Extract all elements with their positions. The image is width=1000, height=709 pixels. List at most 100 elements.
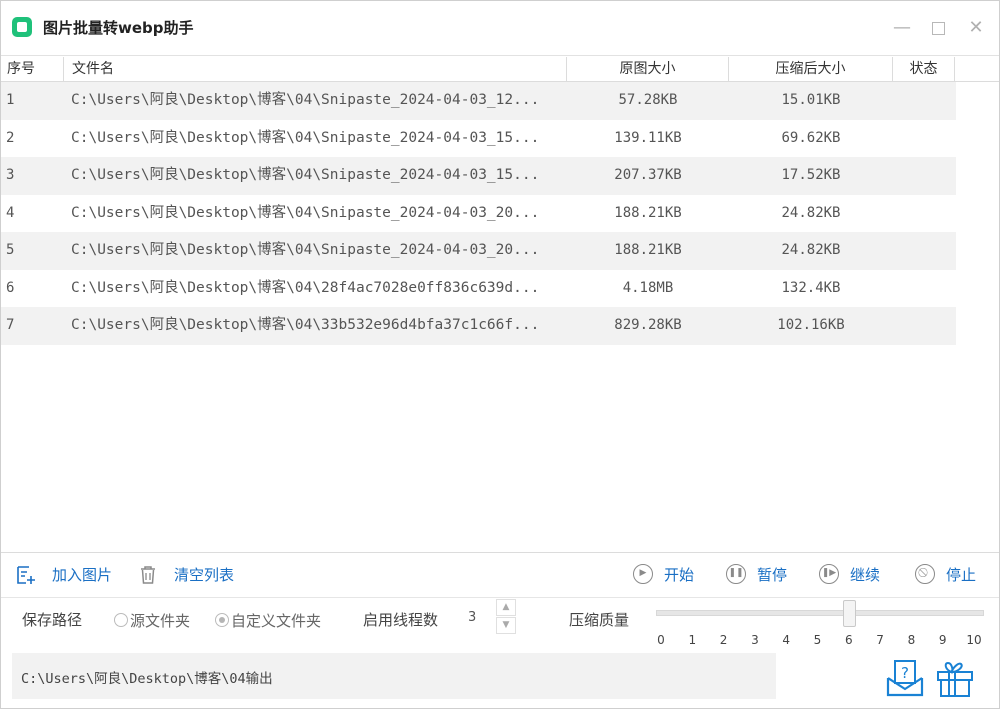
maximize-button[interactable]	[925, 15, 951, 41]
pause-button[interactable]: ❚❚ 暂停	[725, 563, 795, 587]
gift-icon[interactable]	[935, 658, 975, 698]
row-file-path: C:\Users\阿良\Desktop\博客\04\33b532e96d4bfa…	[71, 317, 540, 333]
table-row[interactable]: 4 C:\Users\阿良\Desktop\博客\04\Snipaste_202…	[1, 195, 956, 233]
add-images-label: 加入图片	[52, 566, 113, 584]
app-window: 图片批量转webp助手 — ✕ 序号 文件名 原图大小 压缩后大小 状态 1 C…	[0, 0, 1000, 709]
table-row[interactable]: 3 C:\Users\阿良\Desktop\博客\04\Snipaste_202…	[1, 157, 956, 195]
row-index: 5	[6, 242, 15, 258]
source-folder-label: 源文件夹	[130, 612, 191, 630]
quality-tick-6: 6	[844, 633, 853, 647]
table-row[interactable]: 1 C:\Users\阿良\Desktop\博客\04\Snipaste_202…	[1, 82, 956, 120]
start-label: 开始	[664, 566, 695, 584]
column-header-index[interactable]: 序号	[1, 57, 64, 81]
output-path-text: C:\Users\阿良\Desktop\博客\04输出	[21, 671, 273, 687]
row-original-size: 4.18MB	[622, 279, 674, 296]
table-row[interactable]: 2 C:\Users\阿良\Desktop\博客\04\Snipaste_202…	[1, 120, 956, 158]
spinner-up-icon[interactable]: ▲	[496, 599, 516, 616]
row-file-path: C:\Users\阿良\Desktop\博客\04\Snipaste_2024-…	[71, 129, 540, 146]
spinner-down-icon[interactable]: ▼	[496, 617, 516, 634]
row-index: 7	[6, 317, 15, 333]
column-header-compressed-size[interactable]: 压缩后大小	[729, 57, 893, 81]
row-file-path: C:\Users\阿良\Desktop\博客\04\Snipaste_2024-…	[71, 167, 540, 183]
svg-text:?: ?	[901, 664, 909, 682]
stop-button[interactable]: ⃠ 停止	[914, 563, 984, 587]
row-compressed-size: 24.82KB	[781, 204, 841, 221]
radio-unselected-icon	[114, 613, 128, 627]
pause-icon: ❚❚	[726, 564, 746, 584]
slider-track[interactable]	[656, 610, 984, 616]
row-file-path: C:\Users\阿良\Desktop\博客\04\Snipaste_2024-…	[71, 242, 540, 258]
resume-icon: ❚▶	[819, 564, 839, 584]
quality-tick-0: 0	[657, 633, 665, 647]
row-compressed-size: 132.4KB	[781, 279, 841, 296]
row-compressed-size: 24.82KB	[781, 242, 841, 258]
file-table: 1 C:\Users\阿良\Desktop\博客\04\Snipaste_202…	[1, 82, 956, 345]
column-header-original-size[interactable]: 原图大小	[567, 57, 729, 81]
trash-icon	[141, 566, 155, 584]
table-row[interactable]: 7 C:\Users\阿良\Desktop\博客\04\33b532e96d4b…	[1, 307, 956, 345]
source-folder-radio[interactable]: 源文件夹	[114, 610, 190, 631]
title-bar: 图片批量转webp助手 — ✕	[1, 1, 999, 56]
row-index: 1	[6, 92, 15, 108]
table-row[interactable]: 6 C:\Users\阿良\Desktop\博客\04\28f4ac7028e0…	[1, 270, 956, 308]
start-button[interactable]: ▶ 开始	[632, 563, 702, 587]
quality-tick-7: 7	[876, 633, 884, 647]
custom-folder-radio[interactable]: 自定义文件夹	[215, 610, 321, 631]
help-inbox-icon[interactable]: ?	[885, 658, 925, 698]
row-original-size: 57.28KB	[618, 92, 678, 108]
custom-folder-label: 自定义文件夹	[231, 612, 322, 630]
row-original-size: 829.28KB	[614, 317, 682, 333]
action-toolbar: 加入图片 清空列表 ▶ 开始 ❚❚ 暂停 ❚▶ 继续 ⃠ 停止	[1, 552, 999, 598]
stop-icon: ⃠	[915, 564, 935, 584]
app-icon	[12, 17, 32, 37]
row-index: 2	[6, 129, 15, 146]
table-row[interactable]: 5 C:\Users\阿良\Desktop\博客\04\Snipaste_202…	[1, 232, 956, 270]
row-file-path: C:\Users\阿良\Desktop\博客\04\Snipaste_2024-…	[71, 92, 540, 108]
row-file-path: C:\Users\阿良\Desktop\博客\04\Snipaste_2024-…	[71, 204, 540, 221]
resume-label: 继续	[850, 566, 881, 584]
quality-tick-3: 3	[751, 633, 759, 647]
row-compressed-size: 102.16KB	[777, 317, 845, 333]
slider-thumb[interactable]	[842, 600, 856, 627]
row-index: 6	[6, 279, 15, 296]
quality-tick-5: 5	[813, 633, 822, 647]
quality-tick-2: 2	[719, 633, 728, 647]
row-original-size: 188.21KB	[614, 204, 682, 221]
radio-selected-icon	[215, 613, 229, 627]
row-original-size: 188.21KB	[614, 242, 682, 258]
quality-tick-8: 8	[907, 633, 916, 647]
threads-spinner[interactable]: ▲ ▼	[496, 599, 516, 635]
stop-label: 停止	[946, 566, 977, 584]
save-path-label: 保存路径	[22, 611, 83, 629]
minimize-button[interactable]: —	[889, 15, 915, 41]
clear-list-button[interactable]: 清空列表	[137, 563, 247, 587]
column-header-status[interactable]: 状态	[893, 57, 955, 81]
table-header: 序号 文件名 原图大小 压缩后大小 状态	[1, 57, 999, 82]
row-index: 3	[6, 167, 15, 183]
row-index: 4	[6, 204, 15, 221]
quality-tick-10: 10	[966, 633, 982, 647]
column-header-file[interactable]: 文件名	[64, 57, 567, 81]
row-original-size: 139.11KB	[614, 129, 682, 146]
row-compressed-size: 17.52KB	[781, 167, 841, 183]
quality-slider[interactable]	[656, 599, 984, 629]
pause-label: 暂停	[757, 566, 788, 584]
add-images-button[interactable]: 加入图片	[15, 563, 125, 587]
row-compressed-size: 15.01KB	[781, 92, 841, 108]
threads-label: 启用线程数	[363, 611, 439, 629]
play-icon: ▶	[633, 564, 653, 584]
quality-tick-4: 4	[782, 633, 790, 647]
quality-tick-1: 1	[688, 633, 697, 647]
quality-label: 压缩质量	[569, 611, 630, 629]
add-file-icon	[17, 566, 35, 584]
row-compressed-size: 69.62KB	[781, 129, 841, 146]
output-path-field[interactable]: C:\Users\阿良\Desktop\博客\04输出	[12, 653, 776, 699]
quality-tick-9: 9	[938, 633, 947, 647]
threads-value[interactable]: 3	[468, 610, 476, 625]
window-title: 图片批量转webp助手	[43, 19, 194, 37]
close-button[interactable]: ✕	[963, 15, 989, 41]
maximize-icon	[931, 22, 945, 35]
resume-button[interactable]: ❚▶ 继续	[818, 563, 888, 587]
row-original-size: 207.37KB	[614, 167, 682, 183]
row-file-path: C:\Users\阿良\Desktop\博客\04\28f4ac7028e0ff…	[71, 279, 540, 296]
